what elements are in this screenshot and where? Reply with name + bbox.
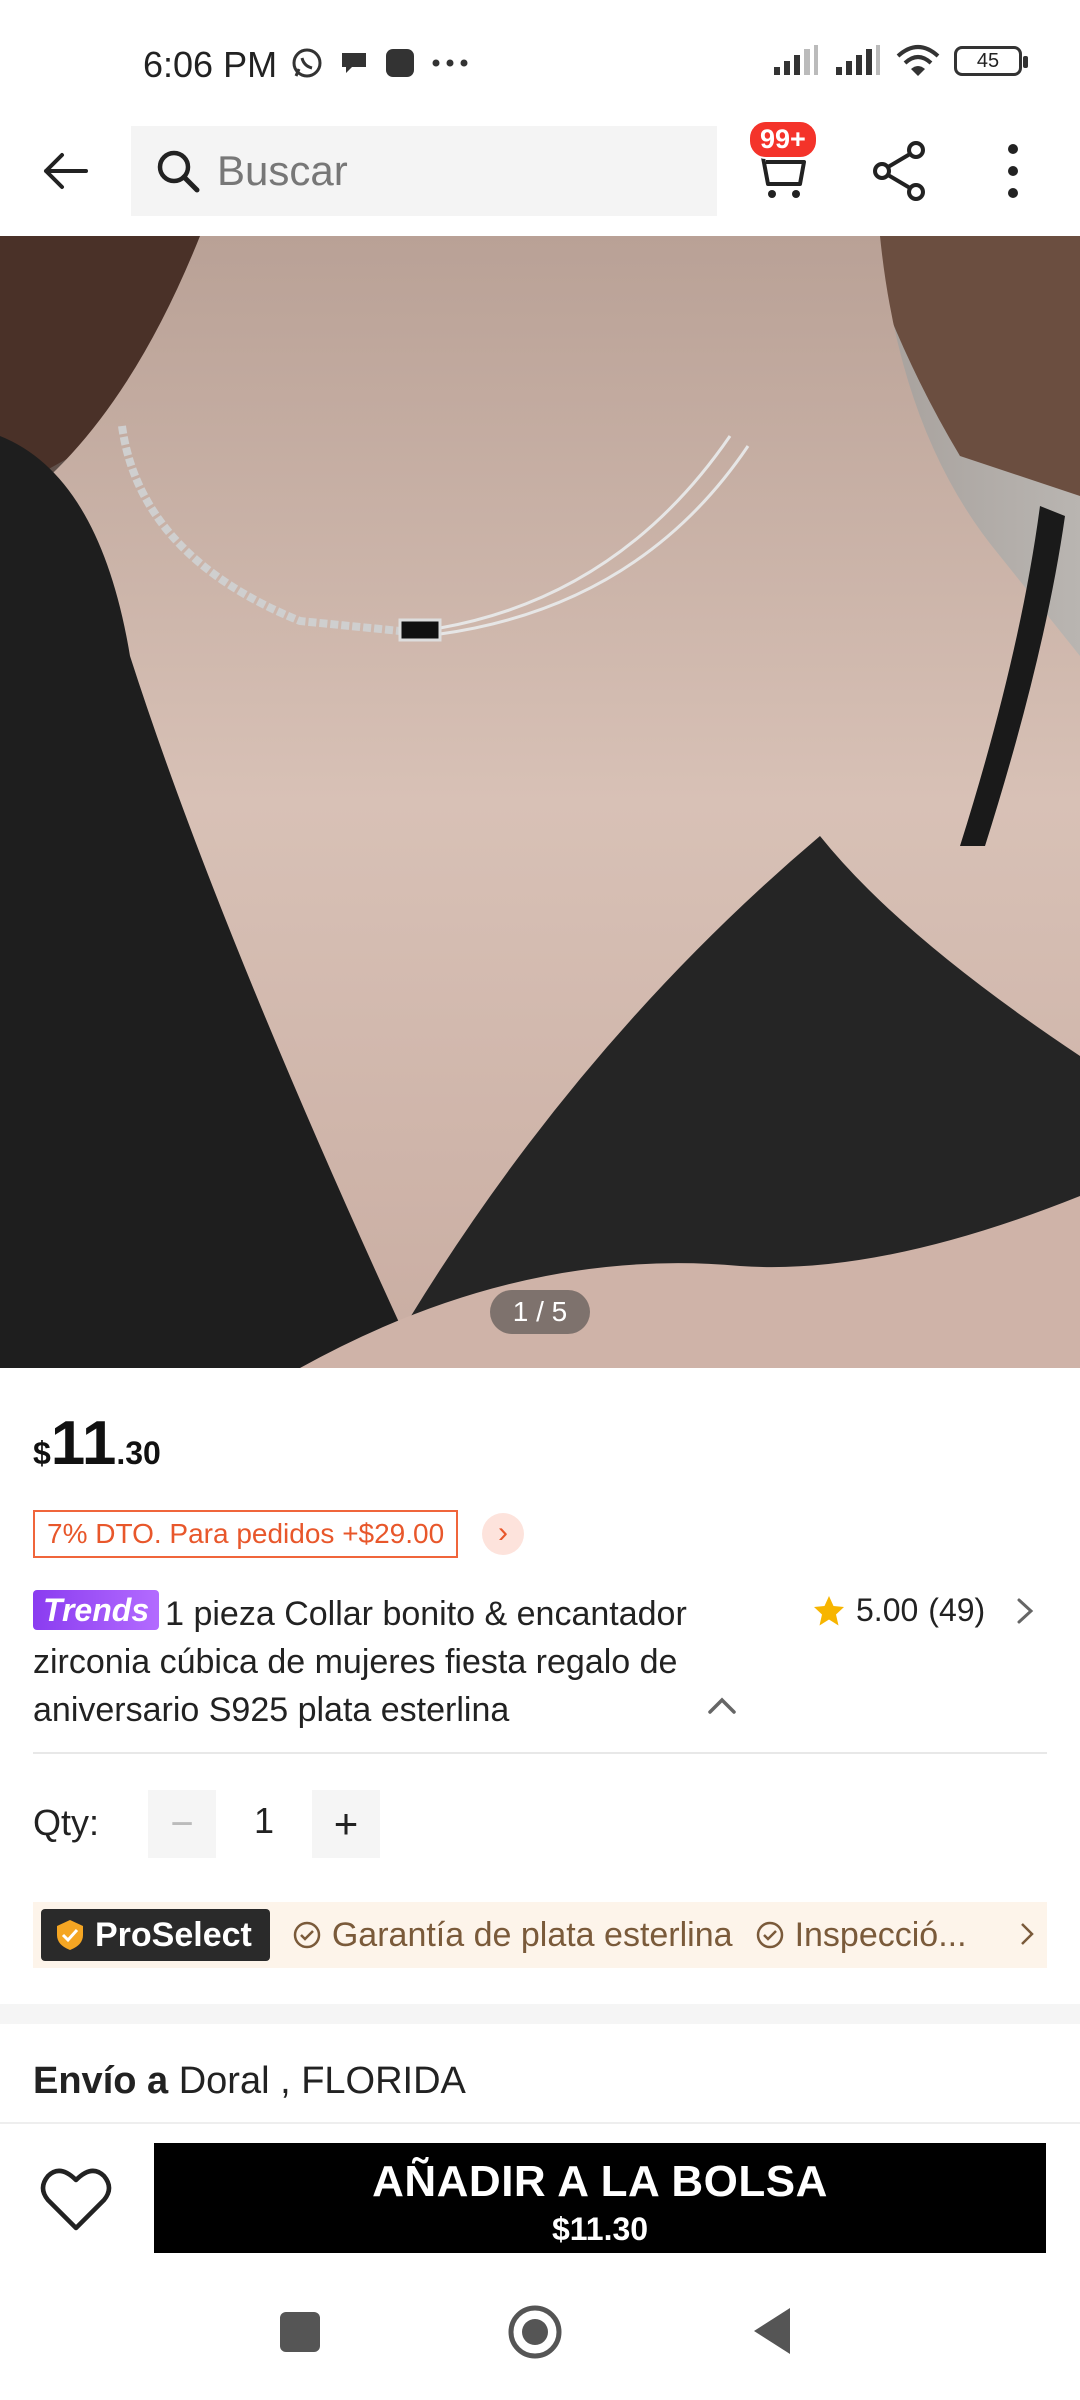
discount-chevron-icon[interactable]: › [482, 1513, 524, 1555]
back-arrow-icon [44, 153, 88, 189]
proselect-item: Garantía de plata esterlina [292, 1916, 733, 1955]
shipping-destination[interactable]: Envío a Doral , FLORIDA [33, 2060, 466, 2103]
more-notifications-icon [432, 59, 468, 67]
product-photo [0, 236, 1080, 1368]
proselect-item: Inspecció... [755, 1916, 967, 1955]
chevron-right-icon [1017, 1598, 1034, 1623]
divider [33, 1752, 1047, 1754]
system-navigation-bar [0, 2268, 1080, 2400]
cart-count-badge: 99+ [748, 120, 818, 159]
chevron-right-icon [1021, 1923, 1034, 1945]
quantity-increase-button[interactable]: + [312, 1790, 380, 1858]
search-box[interactable] [131, 126, 717, 216]
back-button[interactable] [36, 142, 94, 200]
rating-count: (49) [928, 1592, 986, 1628]
shipping-label: Envío a [33, 2060, 169, 2102]
price-currency: $ [33, 1435, 51, 1471]
status-time: 6:06 PM [143, 44, 278, 85]
shield-check-icon [57, 1920, 83, 1950]
quantity-value: 1 [253, 1800, 275, 1841]
app-icon [386, 49, 414, 77]
price-integer: 11 [50, 1409, 117, 1478]
share-icon[interactable] [870, 140, 928, 202]
product-price: $11.30 [33, 1408, 161, 1479]
section-separator [0, 2004, 1080, 2024]
proselect-label: ProSelect [95, 1915, 252, 1954]
proselect-badge: ProSelect [41, 1909, 270, 1961]
notification-icons [290, 46, 470, 80]
proselect-item-label: Inspecció... [794, 1915, 967, 1954]
heart-icon[interactable] [40, 2166, 112, 2232]
back-nav-button[interactable] [752, 2306, 792, 2356]
price-decimal: .30 [116, 1435, 161, 1471]
chevron-up-icon[interactable] [706, 1694, 738, 1718]
signal-icon [774, 45, 818, 75]
image-page-indicator: 1 / 5 [490, 1290, 590, 1334]
system-status-icons: 45 [772, 44, 1028, 78]
add-to-bag-button[interactable]: AÑADIR A LA BOLSA $11.30 [154, 2143, 1046, 2253]
more-options-button[interactable] [990, 138, 1036, 204]
wifi-icon [896, 45, 940, 76]
discount-banner[interactable]: 7% DTO. Para pedidos +$29.00 [33, 1510, 459, 1558]
dot-icon [1008, 188, 1018, 198]
chat-icon [342, 53, 366, 73]
status-bar: 6:06 PM 45 [0, 0, 1080, 120]
bottom-action-bar: AÑADIR A LA BOLSA $11.30 [0, 2122, 1080, 2268]
add-to-bag-label: AÑADIR A LA BOLSA [372, 2156, 828, 2206]
recent-apps-button[interactable] [280, 2312, 320, 2352]
search-input[interactable] [217, 147, 697, 195]
search-icon [157, 150, 200, 193]
rating-summary[interactable]: 5.00 (49) [812, 1592, 1035, 1629]
signal-icon-2 [836, 45, 880, 75]
quantity-label: Qty: [33, 1802, 100, 1843]
trends-badge: Trends [33, 1590, 160, 1630]
dot-icon [1008, 166, 1018, 176]
rating-value: 5.00 [856, 1592, 919, 1628]
proselect-item-label: Garantía de plata esterlina [331, 1915, 733, 1954]
add-to-bag-price: $11.30 [551, 2210, 649, 2247]
quantity-decrease-button[interactable]: − [148, 1790, 216, 1858]
proselect-banner[interactable]: ProSelect Garantía de plata esterlina In… [33, 1902, 1047, 1968]
product-image-carousel[interactable]: 1 / 5 [0, 236, 1080, 1368]
star-icon [814, 1595, 844, 1625]
battery-icon: 45 [954, 46, 1028, 76]
dot-icon [1008, 144, 1018, 154]
product-title: Trends 1 pieza Collar bonito & encantador… [33, 1590, 753, 1734]
check-circle-icon [756, 1921, 783, 1949]
check-circle-icon [293, 1921, 321, 1949]
home-button[interactable] [507, 2304, 563, 2360]
top-bar: 99+ [0, 120, 1080, 236]
shipping-location: Doral , FLORIDA [178, 2060, 466, 2102]
whatsapp-icon [292, 48, 322, 78]
